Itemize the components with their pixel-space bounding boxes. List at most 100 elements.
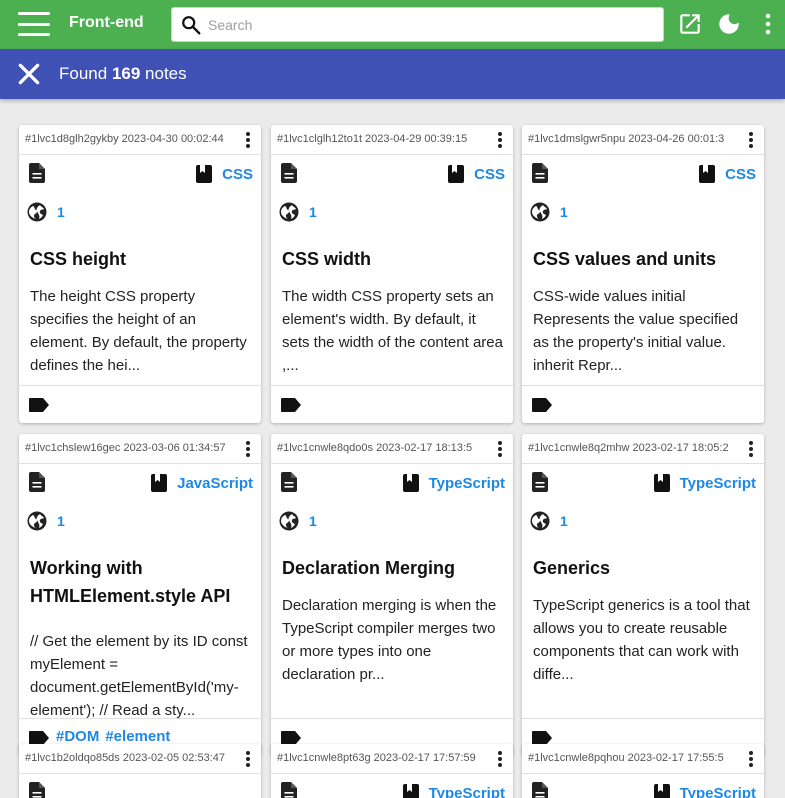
- note-id: #1lvc1d8glh2gykby 2023-04-30 00:02:44: [25, 133, 224, 145]
- document-icon: [281, 782, 297, 798]
- share-count: 1: [27, 511, 65, 531]
- notebook-name[interactable]: TypeScript: [680, 785, 756, 798]
- book-icon: [402, 474, 419, 492]
- document-icon: [29, 782, 45, 798]
- globe-icon: [279, 511, 299, 531]
- notebook-name[interactable]: CSS: [725, 166, 756, 183]
- book-icon: [699, 165, 716, 183]
- share-count: 1: [530, 202, 568, 222]
- note-id: #1lvc1cnwle8pqhou 2023-02-17 17:55:5: [528, 752, 724, 764]
- book-icon: [653, 784, 670, 798]
- notebook-tag[interactable]: TypeScript: [402, 474, 505, 492]
- label-icon[interactable]: [29, 398, 49, 412]
- search-box[interactable]: [171, 7, 664, 42]
- card-header: #1lvc1d8glh2gykby 2023-04-30 00:02:44: [19, 125, 261, 155]
- more-vert-icon[interactable]: [744, 440, 758, 458]
- note-excerpt: TypeScript generics is a tool that allow…: [533, 597, 750, 683]
- note-title[interactable]: Generics: [533, 554, 754, 582]
- globe-icon: [27, 202, 47, 222]
- more-vert-icon[interactable]: [241, 131, 255, 149]
- more-vert-icon[interactable]: [744, 131, 758, 149]
- note-id: #1lvc1b2oldqo85ds 2023-02-05 02:53:47: [25, 752, 225, 764]
- search-result-bar: Found 169 notes: [0, 49, 785, 99]
- share-count-value: 1: [560, 513, 568, 529]
- note-card[interactable]: #1lvc1b2oldqo85ds 2023-02-05 02:53:47: [19, 744, 261, 798]
- card-header: #1lvc1b2oldqo85ds 2023-02-05 02:53:47: [19, 744, 261, 774]
- notebook-name[interactable]: CSS: [222, 166, 253, 183]
- notebook-tag[interactable]: CSS: [699, 165, 756, 183]
- search-icon: [182, 16, 201, 35]
- notebook-tag[interactable]: TypeScript: [402, 784, 505, 798]
- note-card[interactable]: #1lvc1cnwle8q2mhw 2023-02-17 18:05:2 Type…: [522, 434, 764, 756]
- share-count: 1: [279, 511, 317, 531]
- more-vert-icon[interactable]: [493, 750, 507, 768]
- notebook-tag[interactable]: CSS: [196, 165, 253, 183]
- tag-link[interactable]: #element: [105, 728, 170, 745]
- more-vert-icon[interactable]: [241, 750, 255, 768]
- close-icon[interactable]: [16, 61, 42, 87]
- note-card[interactable]: #1lvc1clglh12to1t 2023-04-29 00:39:15 CSS…: [271, 125, 513, 423]
- note-card[interactable]: #1lvc1cnwle8qdo0s 2023-02-17 18:13:5 Type…: [271, 434, 513, 756]
- open-in-new-icon[interactable]: [677, 11, 703, 37]
- note-excerpt: Declaration merging is when the TypeScri…: [282, 597, 497, 683]
- notebook-tag[interactable]: TypeScript: [653, 784, 756, 798]
- more-vert-icon[interactable]: [493, 131, 507, 149]
- notebook-tag[interactable]: CSS: [448, 165, 505, 183]
- card-header: #1lvc1dmslgwr5npu 2023-04-26 00:01:3: [522, 125, 764, 155]
- note-title[interactable]: Working with HTMLElement.style API: [30, 554, 251, 610]
- more-vert-icon[interactable]: [241, 440, 255, 458]
- tag-link[interactable]: #DOM: [56, 728, 99, 745]
- more-vert-icon[interactable]: [744, 750, 758, 768]
- label-icon[interactable]: [29, 731, 49, 745]
- share-count: 1: [279, 202, 317, 222]
- label-icon[interactable]: [281, 398, 301, 412]
- menu-icon[interactable]: [18, 12, 50, 36]
- document-icon: [29, 472, 45, 492]
- note-card[interactable]: #1lvc1chslew16gec 2023-03-06 01:34:57 Jav…: [19, 434, 261, 756]
- notebook-name[interactable]: TypeScript: [680, 475, 756, 492]
- globe-icon: [27, 511, 47, 531]
- notebook-tag[interactable]: TypeScript: [653, 474, 756, 492]
- card-footer: [522, 385, 764, 423]
- card-header: #1lvc1cnwle8q2mhw 2023-02-17 18:05:2: [522, 434, 764, 464]
- share-count-value: 1: [57, 204, 65, 220]
- note-excerpt: CSS-wide values initial Represents the v…: [533, 288, 739, 374]
- share-count-value: 1: [57, 513, 65, 529]
- note-card[interactable]: #1lvc1cnwle8pt63g 2023-02-17 17:57:59 Typ…: [271, 744, 513, 798]
- more-vert-icon[interactable]: [493, 440, 507, 458]
- note-card[interactable]: #1lvc1dmslgwr5npu 2023-04-26 00:01:3 CSS 1…: [522, 125, 764, 423]
- search-input[interactable]: [208, 8, 648, 41]
- notebook-name[interactable]: CSS: [474, 166, 505, 183]
- label-icon[interactable]: [281, 731, 301, 745]
- card-header: #1lvc1clglh12to1t 2023-04-29 00:39:15: [271, 125, 513, 155]
- top-app-bar: Front-end: [0, 0, 785, 49]
- globe-icon: [279, 202, 299, 222]
- notebook-name[interactable]: TypeScript: [429, 475, 505, 492]
- note-id: #1lvc1dmslgwr5npu 2023-04-26 00:01:3: [528, 133, 725, 145]
- note-title[interactable]: Declaration Merging: [282, 554, 503, 582]
- share-count: 1: [27, 202, 65, 222]
- note-card[interactable]: #1lvc1d8glh2gykby 2023-04-30 00:02:44 CSS…: [19, 125, 261, 423]
- label-icon[interactable]: [532, 731, 552, 745]
- note-title[interactable]: CSS width: [282, 245, 503, 273]
- note-id: #1lvc1cnwle8q2mhw 2023-02-17 18:05:2: [528, 442, 729, 454]
- found-count-text: Found 169 notes: [59, 64, 187, 83]
- note-id: #1lvc1clglh12to1t 2023-04-29 00:39:15: [277, 133, 468, 145]
- tag-list: #DOM #element: [56, 728, 176, 745]
- book-icon: [448, 165, 465, 183]
- document-icon: [532, 163, 548, 183]
- share-count-value: 1: [560, 204, 568, 220]
- dark-mode-icon[interactable]: [716, 11, 742, 37]
- note-title[interactable]: CSS values and units: [533, 245, 754, 273]
- share-count-value: 1: [309, 204, 317, 220]
- notebook-name[interactable]: JavaScript: [177, 475, 253, 492]
- notebook-tag[interactable]: JavaScript: [151, 474, 253, 492]
- book-icon: [151, 474, 168, 492]
- more-vert-icon[interactable]: [759, 13, 777, 35]
- note-title[interactable]: CSS height: [30, 245, 251, 273]
- note-id: #1lvc1cnwle8qdo0s 2023-02-17 18:13:5: [277, 442, 473, 454]
- note-card[interactable]: #1lvc1cnwle8pqhou 2023-02-17 17:55:5 Type…: [522, 744, 764, 798]
- notebook-name[interactable]: TypeScript: [429, 785, 505, 798]
- label-icon[interactable]: [532, 398, 552, 412]
- globe-icon: [530, 511, 550, 531]
